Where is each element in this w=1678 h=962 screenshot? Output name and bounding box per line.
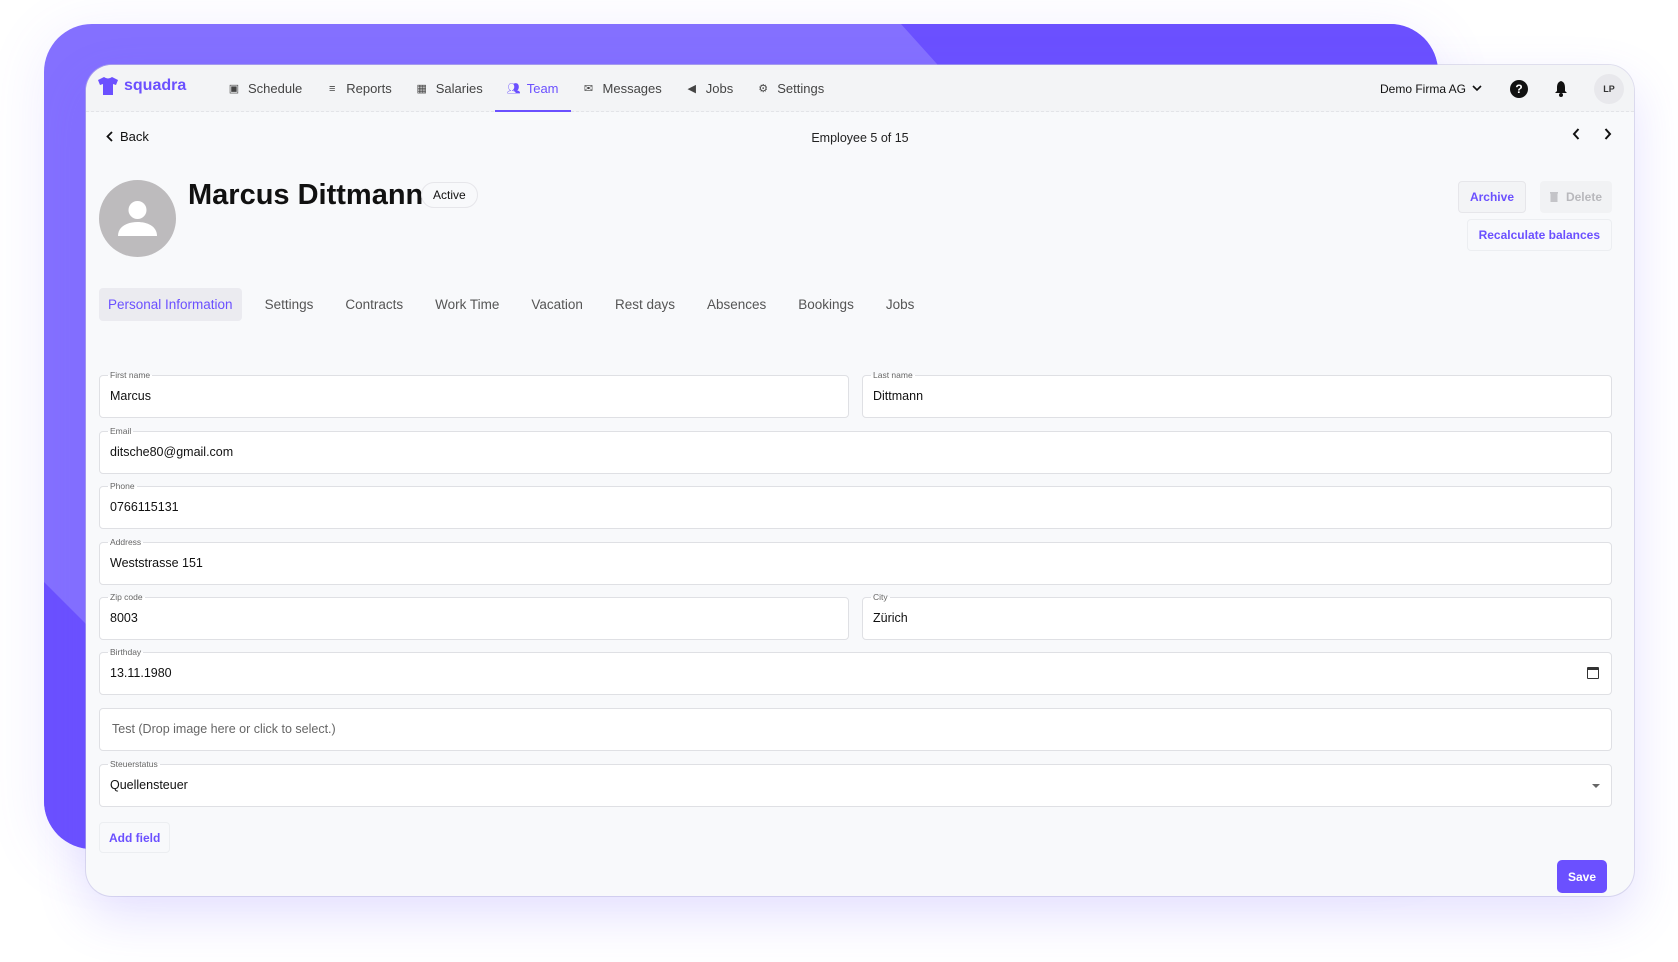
- tab-bookings[interactable]: Bookings: [789, 288, 863, 321]
- field-label: Address: [108, 537, 144, 547]
- tab-work-time[interactable]: Work Time: [426, 288, 508, 321]
- app-window: squadra ▣ Schedule ≡ Reports ▦ Salaries …: [86, 65, 1634, 896]
- first-name-field[interactable]: First name Marcus: [99, 370, 849, 418]
- user-avatar[interactable]: LP: [1594, 73, 1624, 104]
- field-value: 8003: [110, 611, 138, 625]
- chevron-right-icon: [1604, 128, 1612, 140]
- help-icon[interactable]: ?: [1510, 79, 1528, 98]
- last-name-field[interactable]: Last name Dittmann: [862, 370, 1612, 418]
- field-value: Zürich: [873, 611, 908, 625]
- nav-messages[interactable]: ✉ Messages: [571, 65, 674, 112]
- employee-name: Marcus Dittmann: [188, 179, 424, 211]
- company-selector[interactable]: Demo Firma AG: [1380, 82, 1482, 96]
- mail-icon: ✉: [583, 83, 594, 95]
- trash-icon: [1549, 192, 1558, 202]
- nav-label: Settings: [777, 81, 825, 96]
- main-nav: ▣ Schedule ≡ Reports ▦ Salaries 👥︎ Team …: [216, 65, 836, 112]
- logo[interactable]: squadra: [98, 77, 186, 95]
- chevron-left-icon: [1572, 128, 1580, 140]
- delete-label: Delete: [1565, 190, 1602, 204]
- company-name: Demo Firma AG: [1379, 81, 1466, 96]
- field-label: Steuerstatus: [108, 759, 160, 769]
- dropdown-arrow-icon: [1592, 784, 1600, 788]
- nav-schedule[interactable]: ▣ Schedule: [216, 65, 314, 112]
- tab-personal-information[interactable]: Personal Information: [99, 288, 242, 321]
- nav-label: Reports: [346, 81, 392, 96]
- top-navbar: squadra ▣ Schedule ≡ Reports ▦ Salaries …: [86, 65, 1634, 112]
- employee-counter: Employee 5 of 15: [811, 131, 909, 145]
- bell-icon[interactable]: [1552, 80, 1570, 98]
- header-actions: Demo Firma AG ? LP: [1380, 65, 1634, 112]
- save-button[interactable]: Save: [1556, 860, 1607, 893]
- field-label: First name: [108, 370, 153, 380]
- chevron-down-icon: [1472, 85, 1482, 92]
- calendar-icon: ▣: [228, 83, 240, 95]
- nav-label: Messages: [602, 81, 662, 96]
- nav-label: Schedule: [248, 81, 303, 96]
- address-field[interactable]: Address Weststrasse 151: [99, 537, 1612, 585]
- list-icon: ≡: [329, 82, 336, 95]
- next-employee-button[interactable]: [1604, 127, 1612, 143]
- calendar-icon[interactable]: [1587, 667, 1599, 679]
- nav-settings[interactable]: ⚙ Settings: [745, 65, 836, 112]
- field-value: Weststrasse 151: [110, 556, 203, 570]
- tab-absences[interactable]: Absences: [698, 288, 775, 321]
- logo-text: squadra: [124, 77, 187, 94]
- city-field[interactable]: City Zürich: [862, 592, 1612, 640]
- nav-label: Salaries: [435, 81, 483, 96]
- nav-label: Jobs: [705, 81, 734, 96]
- zip-code-field[interactable]: Zip code 8003: [99, 592, 849, 640]
- field-label: Birthday: [108, 647, 144, 657]
- field-value: 13.11.1980: [110, 666, 172, 680]
- tab-vacation[interactable]: Vacation: [522, 288, 592, 321]
- field-value: ditsche80@gmail.com: [110, 445, 234, 459]
- field-label: Zip code: [108, 592, 145, 602]
- nav-reports[interactable]: ≡ Reports: [314, 65, 404, 112]
- birthday-field[interactable]: Birthday 13.11.1980: [99, 647, 1612, 695]
- field-label: Last name: [871, 370, 915, 380]
- tab-jobs[interactable]: Jobs: [877, 288, 924, 321]
- megaphone-icon: ◀: [687, 83, 696, 95]
- person-icon: [118, 201, 157, 236]
- tab-contracts[interactable]: Contracts: [336, 288, 412, 321]
- users-icon: 👥︎: [506, 83, 521, 95]
- drop-zone-placeholder: Test (Drop image here or click to select…: [112, 722, 336, 736]
- image-drop-zone[interactable]: Test (Drop image here or click to select…: [99, 708, 1612, 751]
- previous-employee-button[interactable]: [1572, 127, 1580, 143]
- field-value: Marcus: [110, 389, 151, 403]
- field-label: Phone: [108, 481, 137, 491]
- delete-button[interactable]: Delete: [1539, 181, 1612, 213]
- field-value: 0766115131: [110, 500, 179, 514]
- nav-jobs[interactable]: ◀ Jobs: [674, 65, 745, 112]
- recalculate-balances-button[interactable]: Recalculate balances: [1466, 219, 1612, 251]
- tab-rest-days[interactable]: Rest days: [606, 288, 684, 321]
- status-badge: Active: [421, 182, 478, 208]
- gear-icon: ⚙: [758, 83, 769, 95]
- nav-label: Team: [526, 81, 559, 96]
- shirt-logo-icon: [98, 77, 118, 95]
- field-value: Dittmann: [873, 389, 924, 403]
- tab-settings[interactable]: Settings: [256, 288, 323, 321]
- email-field[interactable]: Email ditsche80@gmail.com: [99, 426, 1612, 474]
- employee-avatar[interactable]: [99, 180, 176, 257]
- add-field-button[interactable]: Add field: [99, 822, 171, 853]
- field-label: Email: [108, 426, 134, 436]
- nav-team[interactable]: 👥︎ Team: [494, 65, 571, 112]
- field-label: City: [871, 592, 890, 602]
- table-icon: ▦: [416, 83, 427, 95]
- archive-button[interactable]: Archive: [1457, 181, 1526, 213]
- nav-salaries[interactable]: ▦ Salaries: [404, 65, 495, 112]
- employee-tabs: Personal Information Settings Contracts …: [99, 288, 937, 321]
- field-value: Quellensteuer: [110, 778, 188, 792]
- employee-pager: [1572, 127, 1612, 143]
- tax-status-select[interactable]: Steuerstatus Quellensteuer: [99, 759, 1612, 807]
- phone-field[interactable]: Phone 0766115131: [99, 481, 1612, 529]
